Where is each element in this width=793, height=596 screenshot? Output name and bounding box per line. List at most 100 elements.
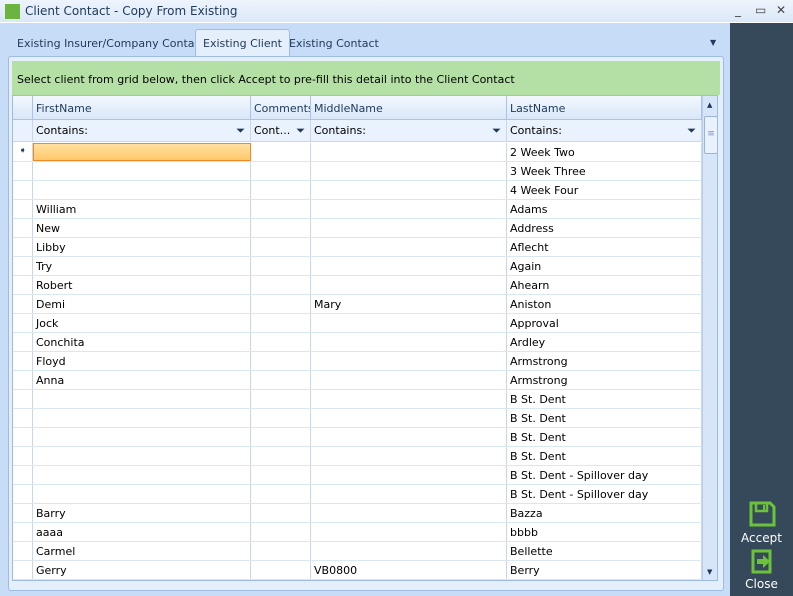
cell-comments[interactable] [251,485,311,503]
maximize-button[interactable]: ▭ [755,3,766,17]
column-header-comments[interactable]: Comments [251,96,311,119]
row-indicator[interactable] [13,276,33,294]
cell-lastname[interactable]: Bellette [507,542,702,560]
row-indicator[interactable] [13,238,33,256]
row-indicator[interactable] [13,200,33,218]
cell-firstname[interactable]: aaaa [33,523,251,541]
cell-middlename[interactable] [311,352,507,370]
cell-comments[interactable] [251,352,311,370]
cell-middlename[interactable]: VB0800 [311,561,507,579]
cell-lastname[interactable]: B St. Dent [507,390,702,408]
cell-comments[interactable] [251,181,311,199]
cell-middlename[interactable] [311,485,507,503]
table-row[interactable]: Barry Bazza [13,504,702,523]
cell-middlename[interactable] [311,314,507,332]
cell-lastname[interactable]: Aflecht [507,238,702,256]
cell-middlename[interactable]: Mary [311,295,507,313]
filter-lastname[interactable]: Contains: ⏷ [507,120,702,141]
table-row[interactable]: B St. Dent [13,428,702,447]
cell-firstname[interactable] [33,428,251,446]
tab-menu-chevron-down-icon[interactable]: ▼ [710,38,716,47]
row-indicator[interactable] [13,314,33,332]
table-row[interactable]: B St. Dent [13,409,702,428]
vertical-scrollbar[interactable]: ▲ ≡ ▼ [702,96,717,580]
filter-firstname[interactable]: Contains: ⏷ [33,120,251,141]
cell-middlename[interactable] [311,371,507,389]
cell-comments[interactable] [251,466,311,484]
row-indicator[interactable] [13,409,33,427]
close-button[interactable]: Close [730,549,793,591]
cell-lastname[interactable]: Armstrong [507,371,702,389]
cell-firstname[interactable] [33,447,251,465]
cell-firstname[interactable] [33,390,251,408]
table-row[interactable]: New Address [13,219,702,238]
row-indicator[interactable] [13,390,33,408]
cell-lastname[interactable]: 2 Week Two [507,143,702,161]
cell-middlename[interactable] [311,390,507,408]
table-row[interactable]: Robert Ahearn [13,276,702,295]
table-row[interactable]: Floyd Armstrong [13,352,702,371]
row-indicator[interactable] [13,485,33,503]
cell-lastname[interactable]: B St. Dent [507,409,702,427]
cell-comments[interactable] [251,162,311,180]
cell-middlename[interactable] [311,143,507,161]
table-row[interactable]: B St. Dent [13,390,702,409]
cell-comments[interactable] [251,257,311,275]
cell-firstname[interactable]: Demi [33,295,251,313]
cell-middlename[interactable] [311,409,507,427]
cell-lastname[interactable]: B St. Dent [507,447,702,465]
table-row[interactable]: Jock Approval [13,314,702,333]
cell-comments[interactable] [251,314,311,332]
column-header-middlename[interactable]: MiddleName [311,96,507,119]
scroll-up-arrow-icon[interactable]: ▲ [707,101,712,109]
row-indicator[interactable] [13,466,33,484]
row-indicator[interactable] [13,523,33,541]
tab-existing-contact[interactable]: Existing Contact [282,30,386,57]
cell-comments[interactable] [251,333,311,351]
cell-firstname[interactable] [33,409,251,427]
cell-lastname[interactable]: B St. Dent - Spillover day [507,466,702,484]
cell-comments[interactable] [251,143,311,161]
table-row[interactable]: Anna Armstrong [13,371,702,390]
cell-comments[interactable] [251,200,311,218]
row-indicator[interactable] [13,333,33,351]
cell-middlename[interactable] [311,542,507,560]
cell-lastname[interactable]: Berry [507,561,702,579]
cell-comments[interactable] [251,561,311,579]
cell-firstname[interactable]: Jock [33,314,251,332]
cell-comments[interactable] [251,295,311,313]
table-row[interactable]: aaaa bbbb [13,523,702,542]
cell-comments[interactable] [251,428,311,446]
cell-middlename[interactable] [311,181,507,199]
column-header-firstname[interactable]: FirstName [33,96,251,119]
cell-firstname[interactable] [33,485,251,503]
row-indicator-arrow-icon[interactable]: ➧ [13,143,33,161]
cell-lastname[interactable]: Aniston [507,295,702,313]
cell-firstname[interactable]: Libby [33,238,251,256]
table-row[interactable]: ➧ 2 Week Two [13,143,702,162]
cell-lastname[interactable]: bbbb [507,523,702,541]
cell-lastname[interactable]: Armstrong [507,352,702,370]
cell-firstname[interactable] [33,162,251,180]
filter-comments[interactable]: Cont... ⏷ [251,120,311,141]
cell-lastname[interactable]: Approval [507,314,702,332]
row-indicator[interactable] [13,219,33,237]
cell-comments[interactable] [251,238,311,256]
row-indicator[interactable] [13,371,33,389]
cell-firstname[interactable] [33,466,251,484]
row-indicator[interactable] [13,561,33,579]
row-indicator[interactable] [13,504,33,522]
table-row[interactable]: B St. Dent - Spillover day [13,485,702,504]
cell-comments[interactable] [251,390,311,408]
table-row[interactable]: B St. Dent - Spillover day [13,466,702,485]
column-header-lastname[interactable]: LastName [507,96,702,119]
row-indicator[interactable] [13,181,33,199]
cell-firstname[interactable] [33,181,251,199]
scroll-down-arrow-icon[interactable]: ▼ [707,568,712,576]
cell-middlename[interactable] [311,257,507,275]
cell-firstname[interactable]: New [33,219,251,237]
table-row[interactable]: 3 Week Three [13,162,702,181]
row-indicator[interactable] [13,447,33,465]
cell-comments[interactable] [251,523,311,541]
cell-comments[interactable] [251,409,311,427]
